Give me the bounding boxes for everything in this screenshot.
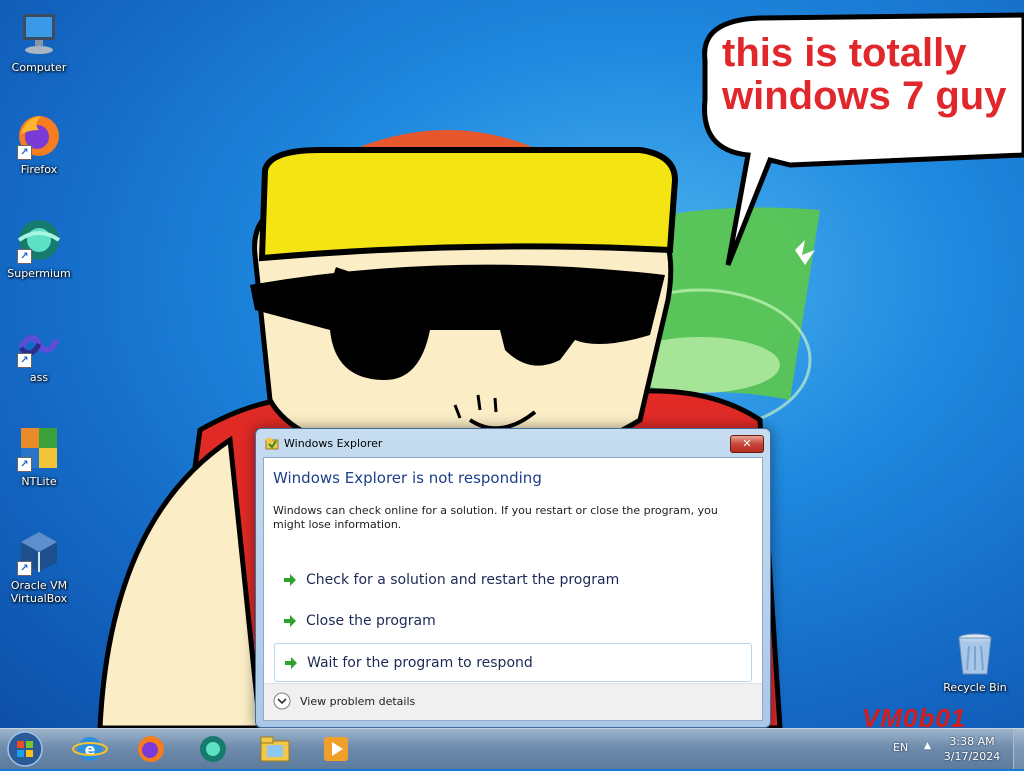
desktop-icon-supermium[interactable]: ↗ Supermium bbox=[0, 216, 78, 280]
wait-for-program-option[interactable]: Wait for the program to respond bbox=[274, 643, 752, 682]
tray-expand-icon[interactable]: ▲ bbox=[924, 741, 931, 751]
shortcut-arrow-icon: ↗ bbox=[17, 353, 32, 368]
shortcut-arrow-icon: ↗ bbox=[17, 249, 32, 264]
clock[interactable]: 3:38 AM 3/17/2024 bbox=[940, 734, 1004, 764]
chevron-down-icon[interactable] bbox=[273, 692, 291, 710]
close-program-option[interactable]: Close the program bbox=[274, 602, 752, 641]
clock-time: 3:38 AM bbox=[949, 735, 995, 748]
firefox-icon: ↗ bbox=[15, 112, 63, 160]
check-solution-restart-option[interactable]: Check for a solution and restart the pro… bbox=[274, 561, 752, 600]
green-arrow-icon bbox=[284, 656, 298, 670]
desktop-icon-label: Computer bbox=[11, 61, 67, 74]
dialog-footer: View problem details bbox=[264, 683, 762, 720]
ass-app-icon: ↗ bbox=[15, 320, 63, 368]
desktop-icon-ass[interactable]: ↗ ass bbox=[0, 320, 78, 384]
start-button[interactable] bbox=[6, 731, 44, 767]
internet-explorer-icon[interactable]: e bbox=[70, 733, 110, 765]
shortcut-arrow-icon: ↗ bbox=[17, 457, 32, 472]
shortcut-arrow-icon: ↗ bbox=[17, 145, 32, 160]
ntlite-icon: ↗ bbox=[15, 424, 63, 472]
explorer-app-icon bbox=[265, 436, 279, 450]
close-button[interactable]: ✕ bbox=[730, 435, 764, 453]
view-problem-details-link[interactable]: View problem details bbox=[300, 695, 415, 708]
language-indicator[interactable]: EN bbox=[893, 741, 908, 754]
supermium-icon: ↗ bbox=[15, 216, 63, 264]
dialog-title: Windows Explorer bbox=[284, 437, 383, 450]
option-label: Wait for the program to respond bbox=[307, 655, 533, 671]
clock-date: 3/17/2024 bbox=[943, 750, 1001, 763]
recycle-bin-icon bbox=[951, 630, 999, 678]
desktop-icon-ntlite[interactable]: ↗ NTLite bbox=[0, 424, 78, 488]
desktop-icon-firefox[interactable]: ↗ Firefox bbox=[0, 112, 78, 176]
option-label: Check for a solution and restart the pro… bbox=[306, 572, 620, 588]
speech-bubble-text: this is totally windows 7 guy bbox=[722, 31, 1007, 118]
windows-explorer-icon[interactable] bbox=[255, 733, 295, 765]
desktop-icon-virtualbox[interactable]: ↗ Oracle VM VirtualBox bbox=[0, 528, 78, 605]
computer-icon bbox=[15, 10, 63, 58]
desktop-icon-label: ass bbox=[29, 371, 49, 384]
desktop: this is totally windows 7 guy VM0b01 Com… bbox=[0, 0, 1024, 728]
desktop-icon-label: Supermium bbox=[7, 267, 71, 280]
media-player-icon[interactable] bbox=[316, 733, 356, 765]
desktop-icon-label: Firefox bbox=[20, 163, 58, 176]
option-label: Close the program bbox=[306, 613, 436, 629]
desktop-icon-recycle-bin[interactable]: Recycle Bin bbox=[936, 630, 1014, 694]
desktop-icon-label: NTLite bbox=[21, 475, 57, 488]
desktop-icon-label: Recycle Bin bbox=[943, 681, 1007, 694]
green-arrow-icon bbox=[283, 573, 297, 587]
supermium-icon[interactable] bbox=[193, 733, 233, 765]
dialog-content: Windows Explorer is not responding Windo… bbox=[263, 457, 763, 721]
watermark-text: VM0b01 bbox=[862, 703, 967, 728]
dialog-description: Windows can check online for a solution.… bbox=[273, 504, 718, 531]
desktop-icon-label: Oracle VM VirtualBox bbox=[10, 579, 68, 605]
taskbar: e EN ▲ 3:38 AM 3/17/2024 bbox=[0, 728, 1024, 769]
dialog-heading: Windows Explorer is not responding bbox=[273, 469, 542, 487]
not-responding-dialog: Windows Explorer ✕ Windows Explorer is n… bbox=[255, 428, 771, 728]
desktop-icon-computer[interactable]: Computer bbox=[0, 10, 78, 74]
green-arrow-icon bbox=[283, 614, 297, 628]
show-desktop-button[interactable] bbox=[1013, 729, 1024, 769]
firefox-icon[interactable] bbox=[131, 733, 171, 765]
dialog-titlebar[interactable]: Windows Explorer ✕ bbox=[256, 429, 770, 457]
shortcut-arrow-icon: ↗ bbox=[17, 561, 32, 576]
virtualbox-icon: ↗ bbox=[15, 528, 63, 576]
